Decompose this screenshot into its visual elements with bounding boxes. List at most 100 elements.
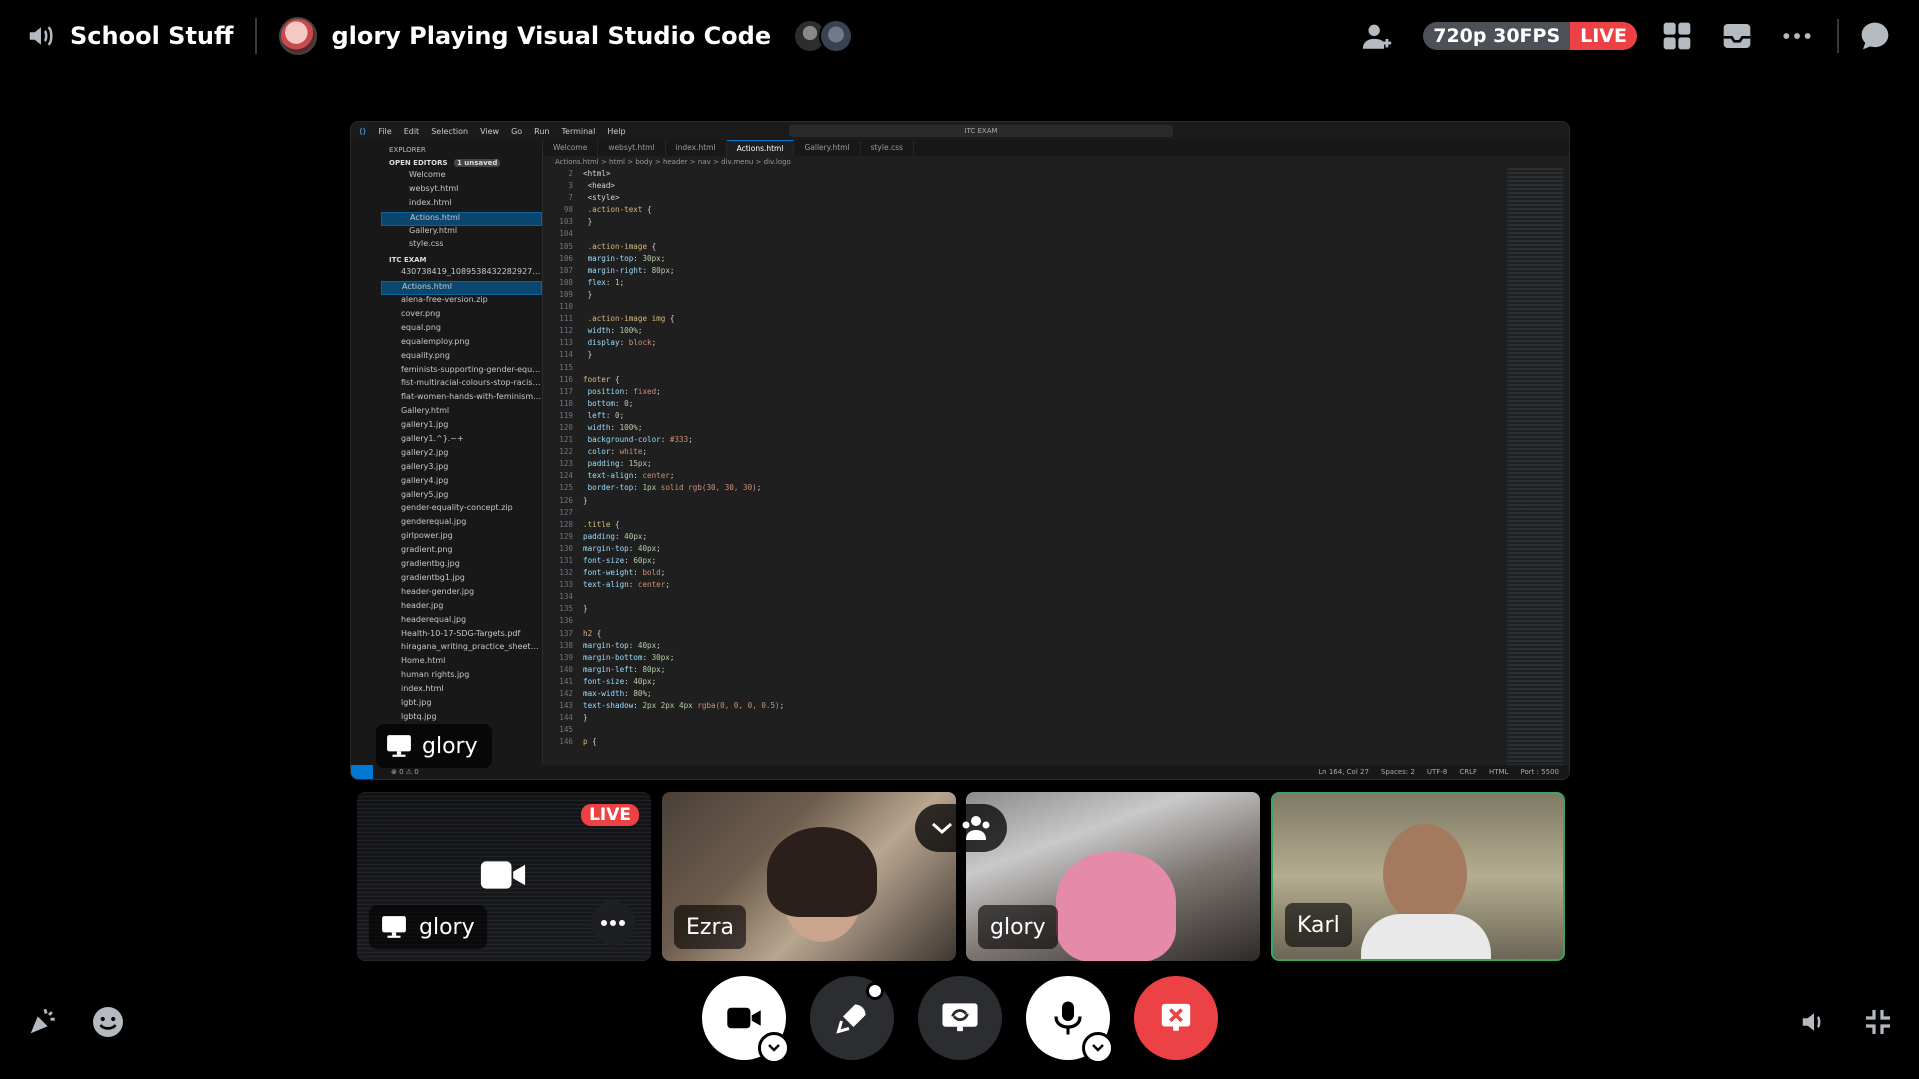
- file-item[interactable]: index.html: [381, 684, 542, 698]
- encoding[interactable]: UTF-8: [1427, 768, 1447, 776]
- file-item[interactable]: equalemploy.png: [381, 337, 542, 351]
- file-item[interactable]: gallery3.jpg: [381, 462, 542, 476]
- participant-tile-stream[interactable]: LIVE glory: [357, 792, 651, 961]
- file-item[interactable]: genderequal.jpg: [381, 517, 542, 531]
- minimap[interactable]: [1507, 168, 1563, 765]
- file-item[interactable]: equal.png: [381, 323, 542, 337]
- code-editor[interactable]: Welcome websyt.html index.html Actions.h…: [543, 140, 1569, 765]
- file-item[interactable]: gallery5.jpg: [381, 490, 542, 504]
- file-item[interactable]: fist-multiracial-colours-stop-racism-...: [381, 378, 542, 392]
- file-item[interactable]: Home.html: [381, 656, 542, 670]
- chevron-down-icon: [768, 1044, 780, 1052]
- menu-selection[interactable]: Selection: [431, 127, 468, 136]
- participant-tile-ezra[interactable]: Ezra: [662, 792, 956, 961]
- open-editor-item[interactable]: index.html: [381, 198, 542, 212]
- activities-button[interactable]: [810, 976, 894, 1060]
- file-item[interactable]: feminists-supporting-gender-equalit...: [381, 365, 542, 379]
- participant-label: glory: [369, 905, 487, 949]
- problems-count[interactable]: ⊗ 0 ⚠ 0: [391, 768, 419, 776]
- participant-tile-karl[interactable]: Karl: [1271, 792, 1565, 961]
- quality-label: 720p 30FPS: [1423, 22, 1571, 50]
- tab-style[interactable]: style.css: [861, 140, 914, 156]
- collapse-participants-button[interactable]: [915, 804, 1007, 852]
- file-item[interactable]: flat-women-hands-with-feminism-fis...: [381, 392, 542, 406]
- file-item[interactable]: header-gender.jpg: [381, 587, 542, 601]
- menu-view[interactable]: View: [480, 127, 499, 136]
- file-item[interactable]: gradientbg.jpg: [381, 559, 542, 573]
- menu-run[interactable]: Run: [534, 127, 549, 136]
- open-editor-item[interactable]: websyt.html: [381, 184, 542, 198]
- grid-layout-icon[interactable]: [1657, 16, 1697, 56]
- tab-gallery[interactable]: Gallery.html: [794, 140, 861, 156]
- viewer-avatars[interactable]: [793, 19, 854, 53]
- more-options-icon[interactable]: [1777, 16, 1817, 56]
- cursor-position[interactable]: Ln 164, Col 27: [1318, 768, 1369, 776]
- viewer-avatar[interactable]: [819, 19, 854, 53]
- open-editor-item[interactable]: Welcome: [381, 170, 542, 184]
- chevron-down-icon: [1092, 1044, 1104, 1052]
- participant-label: Karl: [1285, 903, 1352, 947]
- streamer-avatar[interactable]: [279, 17, 318, 55]
- file-item[interactable]: gallery1.^}.~+: [381, 434, 542, 448]
- file-item[interactable]: gallery4.jpg: [381, 476, 542, 490]
- exit-fullscreen-icon[interactable]: [1858, 1002, 1898, 1042]
- participant-name: Ezra: [686, 914, 734, 940]
- camera-icon: [479, 858, 527, 896]
- file-item[interactable]: hiragana_writing_practice_sheets.pdf: [381, 642, 542, 656]
- menu-help[interactable]: Help: [607, 127, 625, 136]
- camera-toggle-button[interactable]: [702, 976, 790, 1064]
- participants-icon: [962, 816, 990, 840]
- tab-index[interactable]: index.html: [666, 140, 727, 156]
- chat-bubble-icon[interactable]: [1855, 16, 1895, 56]
- vscode-search-box[interactable]: ITC EXAM: [789, 125, 1173, 137]
- microphone-button[interactable]: [1026, 976, 1114, 1064]
- file-item[interactable]: header.jpg: [381, 601, 542, 615]
- indentation[interactable]: Spaces: 2: [1381, 768, 1415, 776]
- file-item[interactable]: human rights.jpg: [381, 670, 542, 684]
- open-editor-item[interactable]: style.css: [381, 239, 542, 253]
- file-item[interactable]: cover.png: [381, 309, 542, 323]
- tile-more-button[interactable]: [591, 901, 635, 945]
- code-content: 2 <html> 3 <head> 7 <style> 98 .action-te…: [559, 169, 785, 747]
- file-item[interactable]: lgbt.jpg: [381, 698, 542, 712]
- tab-actions[interactable]: Actions.html: [726, 140, 795, 156]
- open-editor-item[interactable]: Actions.html: [381, 211, 542, 226]
- file-item[interactable]: Health-10-17-SDG-Targets.pdf: [381, 629, 542, 643]
- file-item[interactable]: Gallery.html: [381, 406, 542, 420]
- file-item[interactable]: gallery2.jpg: [381, 448, 542, 462]
- file-item[interactable]: gradientbg1.jpg: [381, 573, 542, 587]
- participant-tile-glory[interactable]: glory: [966, 792, 1260, 961]
- camera-options-chevron[interactable]: [758, 1032, 790, 1064]
- menu-file[interactable]: File: [378, 127, 391, 136]
- file-item[interactable]: Actions.html: [381, 281, 542, 296]
- live-server-port[interactable]: Port : 5500: [1521, 768, 1560, 776]
- soundboard-emoji-icon[interactable]: [88, 1002, 128, 1042]
- microphone-options-chevron[interactable]: [1082, 1032, 1114, 1064]
- folder-header[interactable]: ITC EXAM: [381, 253, 542, 267]
- tab-websyt[interactable]: websyt.html: [598, 140, 666, 156]
- volume-icon[interactable]: [1794, 1002, 1834, 1042]
- invite-user-icon[interactable]: [1357, 16, 1397, 56]
- leave-call-button[interactable]: [1134, 976, 1218, 1060]
- file-item[interactable]: alena-free-version.zip: [381, 295, 542, 309]
- file-item[interactable]: headerequal.jpg: [381, 615, 542, 629]
- file-item[interactable]: equality.png: [381, 351, 542, 365]
- menu-terminal[interactable]: Terminal: [562, 127, 596, 136]
- file-item[interactable]: gender-equality-concept.zip: [381, 503, 542, 517]
- activity-sparkle-icon[interactable]: [22, 1002, 62, 1042]
- inbox-icon[interactable]: [1717, 16, 1757, 56]
- language-mode[interactable]: HTML: [1489, 768, 1508, 776]
- tab-welcome[interactable]: Welcome: [543, 140, 599, 156]
- file-item[interactable]: gradient.png: [381, 545, 542, 559]
- screen-share-button[interactable]: [918, 976, 1002, 1060]
- main-stream-view[interactable]: ⟨⟩ File Edit Selection View Go Run Termi…: [350, 121, 1570, 780]
- menu-go[interactable]: Go: [511, 127, 522, 136]
- file-item[interactable]: 430738419_1089538432282927_777...: [381, 267, 542, 281]
- line-endings[interactable]: CRLF: [1459, 768, 1477, 776]
- open-editors-header[interactable]: OPEN EDITORS 1 unsaved: [381, 156, 542, 170]
- menu-edit[interactable]: Edit: [404, 127, 420, 136]
- open-editor-item[interactable]: Gallery.html: [381, 226, 542, 240]
- file-item[interactable]: girlpower.jpg: [381, 531, 542, 545]
- remote-indicator[interactable]: [351, 765, 373, 779]
- file-item[interactable]: gallery1.jpg: [381, 420, 542, 434]
